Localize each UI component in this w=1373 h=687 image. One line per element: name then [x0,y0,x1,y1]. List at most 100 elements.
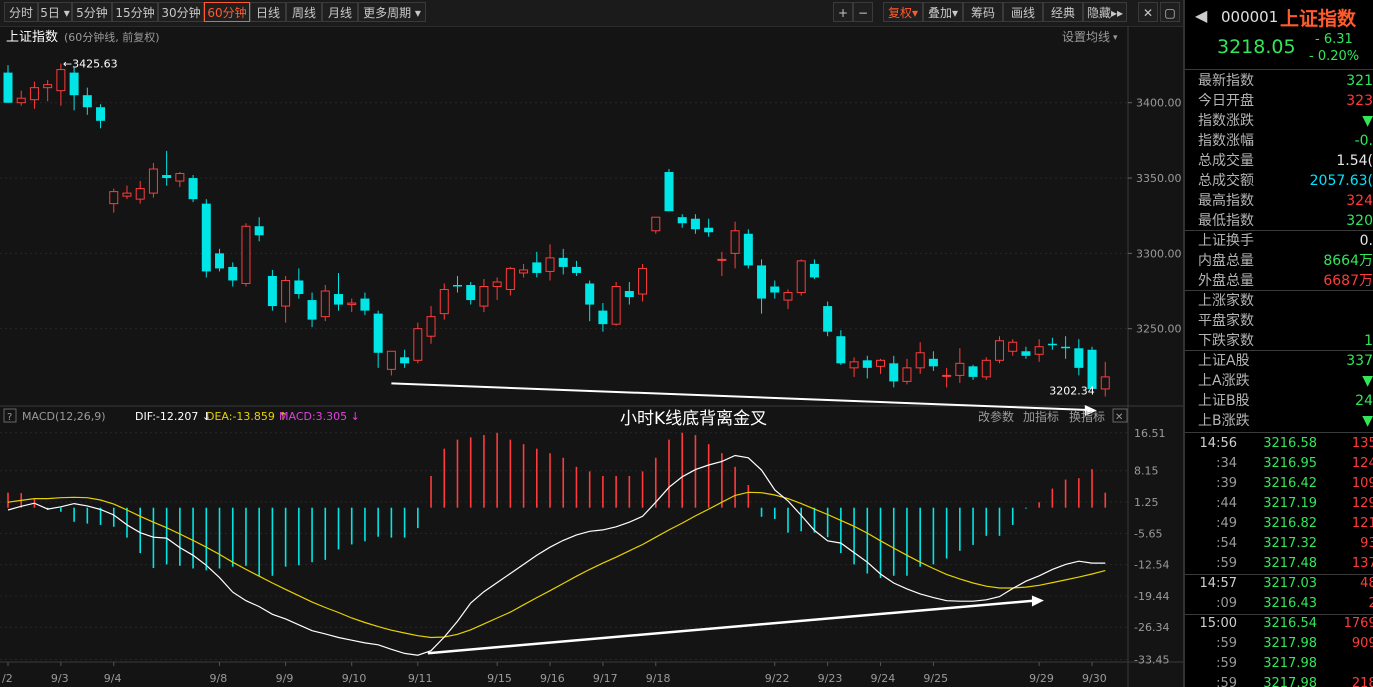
stat-value: -0. [1354,133,1373,149]
tick-price: 3217.98 [1263,636,1317,651]
arrow-head-icon [1031,595,1044,607]
tool-button-7[interactable]: 隐藏▸▸ [1083,2,1127,22]
candle-body [995,340,1004,361]
macd-value: MACD:3.305 ↓ [279,410,360,423]
candle [1008,339,1018,356]
tool-button-5[interactable]: 画线 [1003,2,1043,22]
period-button-9[interactable]: 更多周期 ▾ [358,2,426,22]
period-button-7[interactable]: 周线 [286,2,322,22]
tick-volume: 1090 [1351,476,1373,491]
candle [452,275,462,293]
candle-body [928,358,938,367]
candle [43,80,53,102]
tool-button-4[interactable]: 筹码 [963,2,1003,22]
period-button-2[interactable]: 5分钟 [72,2,112,22]
tool-button-0[interactable]: + [833,2,853,22]
stat-label: 上B涨跌 [1198,413,1250,429]
tick-time: 15:00 [1199,616,1237,631]
candle-body [1074,348,1084,368]
period-button-8[interactable]: 月线 [322,2,358,22]
tick-price: 3216.58 [1263,436,1317,451]
tick-row: :34 3216.95 1242 [1185,454,1373,474]
stat-row: 上证B股 24 [1185,391,1373,411]
candle-body [796,260,806,294]
candle [82,87,92,115]
prev-arrow-icon[interactable]: ◀ [1195,6,1207,25]
candle-body [1034,346,1044,355]
candle-body [148,168,158,194]
period-button-4[interactable]: 30分钟 [158,2,204,22]
tool-button-2[interactable]: 复权▾ [883,2,923,22]
x-tick-label: 9/22 [765,672,790,685]
candle [770,280,780,299]
candle [400,349,410,368]
candle-body [545,257,555,272]
stat-label: 总成交额 [1198,173,1254,189]
stat-label: 上证换手 [1198,233,1254,249]
chart-area[interactable]: 分时 5日 ▾ 5分钟 15分钟 30分钟 60分钟 日线 周线 月线 更多周期 ▾ + − 复权▾ 叠… [0,0,1183,687]
tool-button-1[interactable]: − [853,2,873,22]
candle [29,81,39,109]
tick-volume: 1357 [1351,436,1373,451]
close-icon[interactable]: ✕ [1138,2,1158,22]
stat-label: 最新指数 [1198,73,1254,89]
x-tick-label: 9/15 [487,672,512,685]
tick-price: 3216.82 [1263,516,1317,531]
quote-sidebar: ◀ 000001 上证指数 3218.05 - 6.31 - 0.20% 最新指… [1183,0,1373,687]
candle-body [386,350,396,370]
candle-body [836,336,846,364]
candle [638,263,648,302]
candle-body [162,175,172,179]
tool-button-6[interactable]: 经典 [1043,2,1083,22]
restore-icon[interactable]: ▢ [1160,2,1180,22]
candle-body [717,258,727,261]
period-button-5[interactable]: 60分钟 [204,2,250,22]
x-tick-label: 9/11 [408,672,433,685]
candle [320,284,330,322]
indicator-button-2[interactable]: 换指标 [1069,409,1105,424]
macd-tick-label: 1.25 [1134,496,1159,509]
tool-button-3[interactable]: 叠加▾ [923,2,963,22]
tick-price: 3217.98 [1263,656,1317,671]
candle-body [783,292,793,301]
candle [426,306,436,344]
x-tick-label: 9/3 [51,672,69,685]
candle [267,269,277,311]
candle [148,162,158,198]
candle-body [228,266,238,281]
tick-volume: 1242 [1351,456,1373,471]
candle-body [624,291,634,298]
candle-body [902,367,912,382]
candle [479,278,489,313]
period-button-6[interactable]: 日线 [250,2,286,22]
kline-chart[interactable]: 上证指数 (60分钟线, 前复权) 设置均线 ▾ 3400.00 3350.00 3… [0,26,1183,687]
candle [347,298,357,313]
price-tick-label: 3250.00 [1136,323,1182,336]
x-tick-label: 9/29 [1029,672,1054,685]
candle [122,185,132,200]
stat-row: 最新指数 321 [1185,71,1373,91]
stat-value: 321 [1346,73,1373,89]
candle [69,66,79,111]
divider [1185,69,1373,70]
candle [307,292,317,328]
indicator-button-1[interactable]: 加指标 [1023,409,1059,424]
period-button-1[interactable]: 5日 ▾ [38,2,72,22]
kline-subtitle: (60分钟线, 前复权) [64,30,160,44]
tick-time: :49 [1216,516,1237,531]
candle-body [43,84,53,89]
candle-body [360,298,370,311]
candle [968,364,978,380]
x-tick-label: 9/8 [210,672,228,685]
candle [690,214,700,234]
candle-body [1047,343,1057,346]
candle-body [109,191,119,205]
period-button-3[interactable]: 15分钟 [112,2,158,22]
ma-settings-button[interactable]: 设置均线 [1062,30,1110,44]
candle-body [849,361,859,369]
indicator-button-0[interactable]: 改参数 [978,409,1014,424]
stat-label: 指数涨幅 [1198,133,1254,149]
candle-body [201,203,211,272]
period-button-0[interactable]: 分时 [4,2,38,22]
dea-value: DEA:-13.859 ↑ [206,410,288,423]
